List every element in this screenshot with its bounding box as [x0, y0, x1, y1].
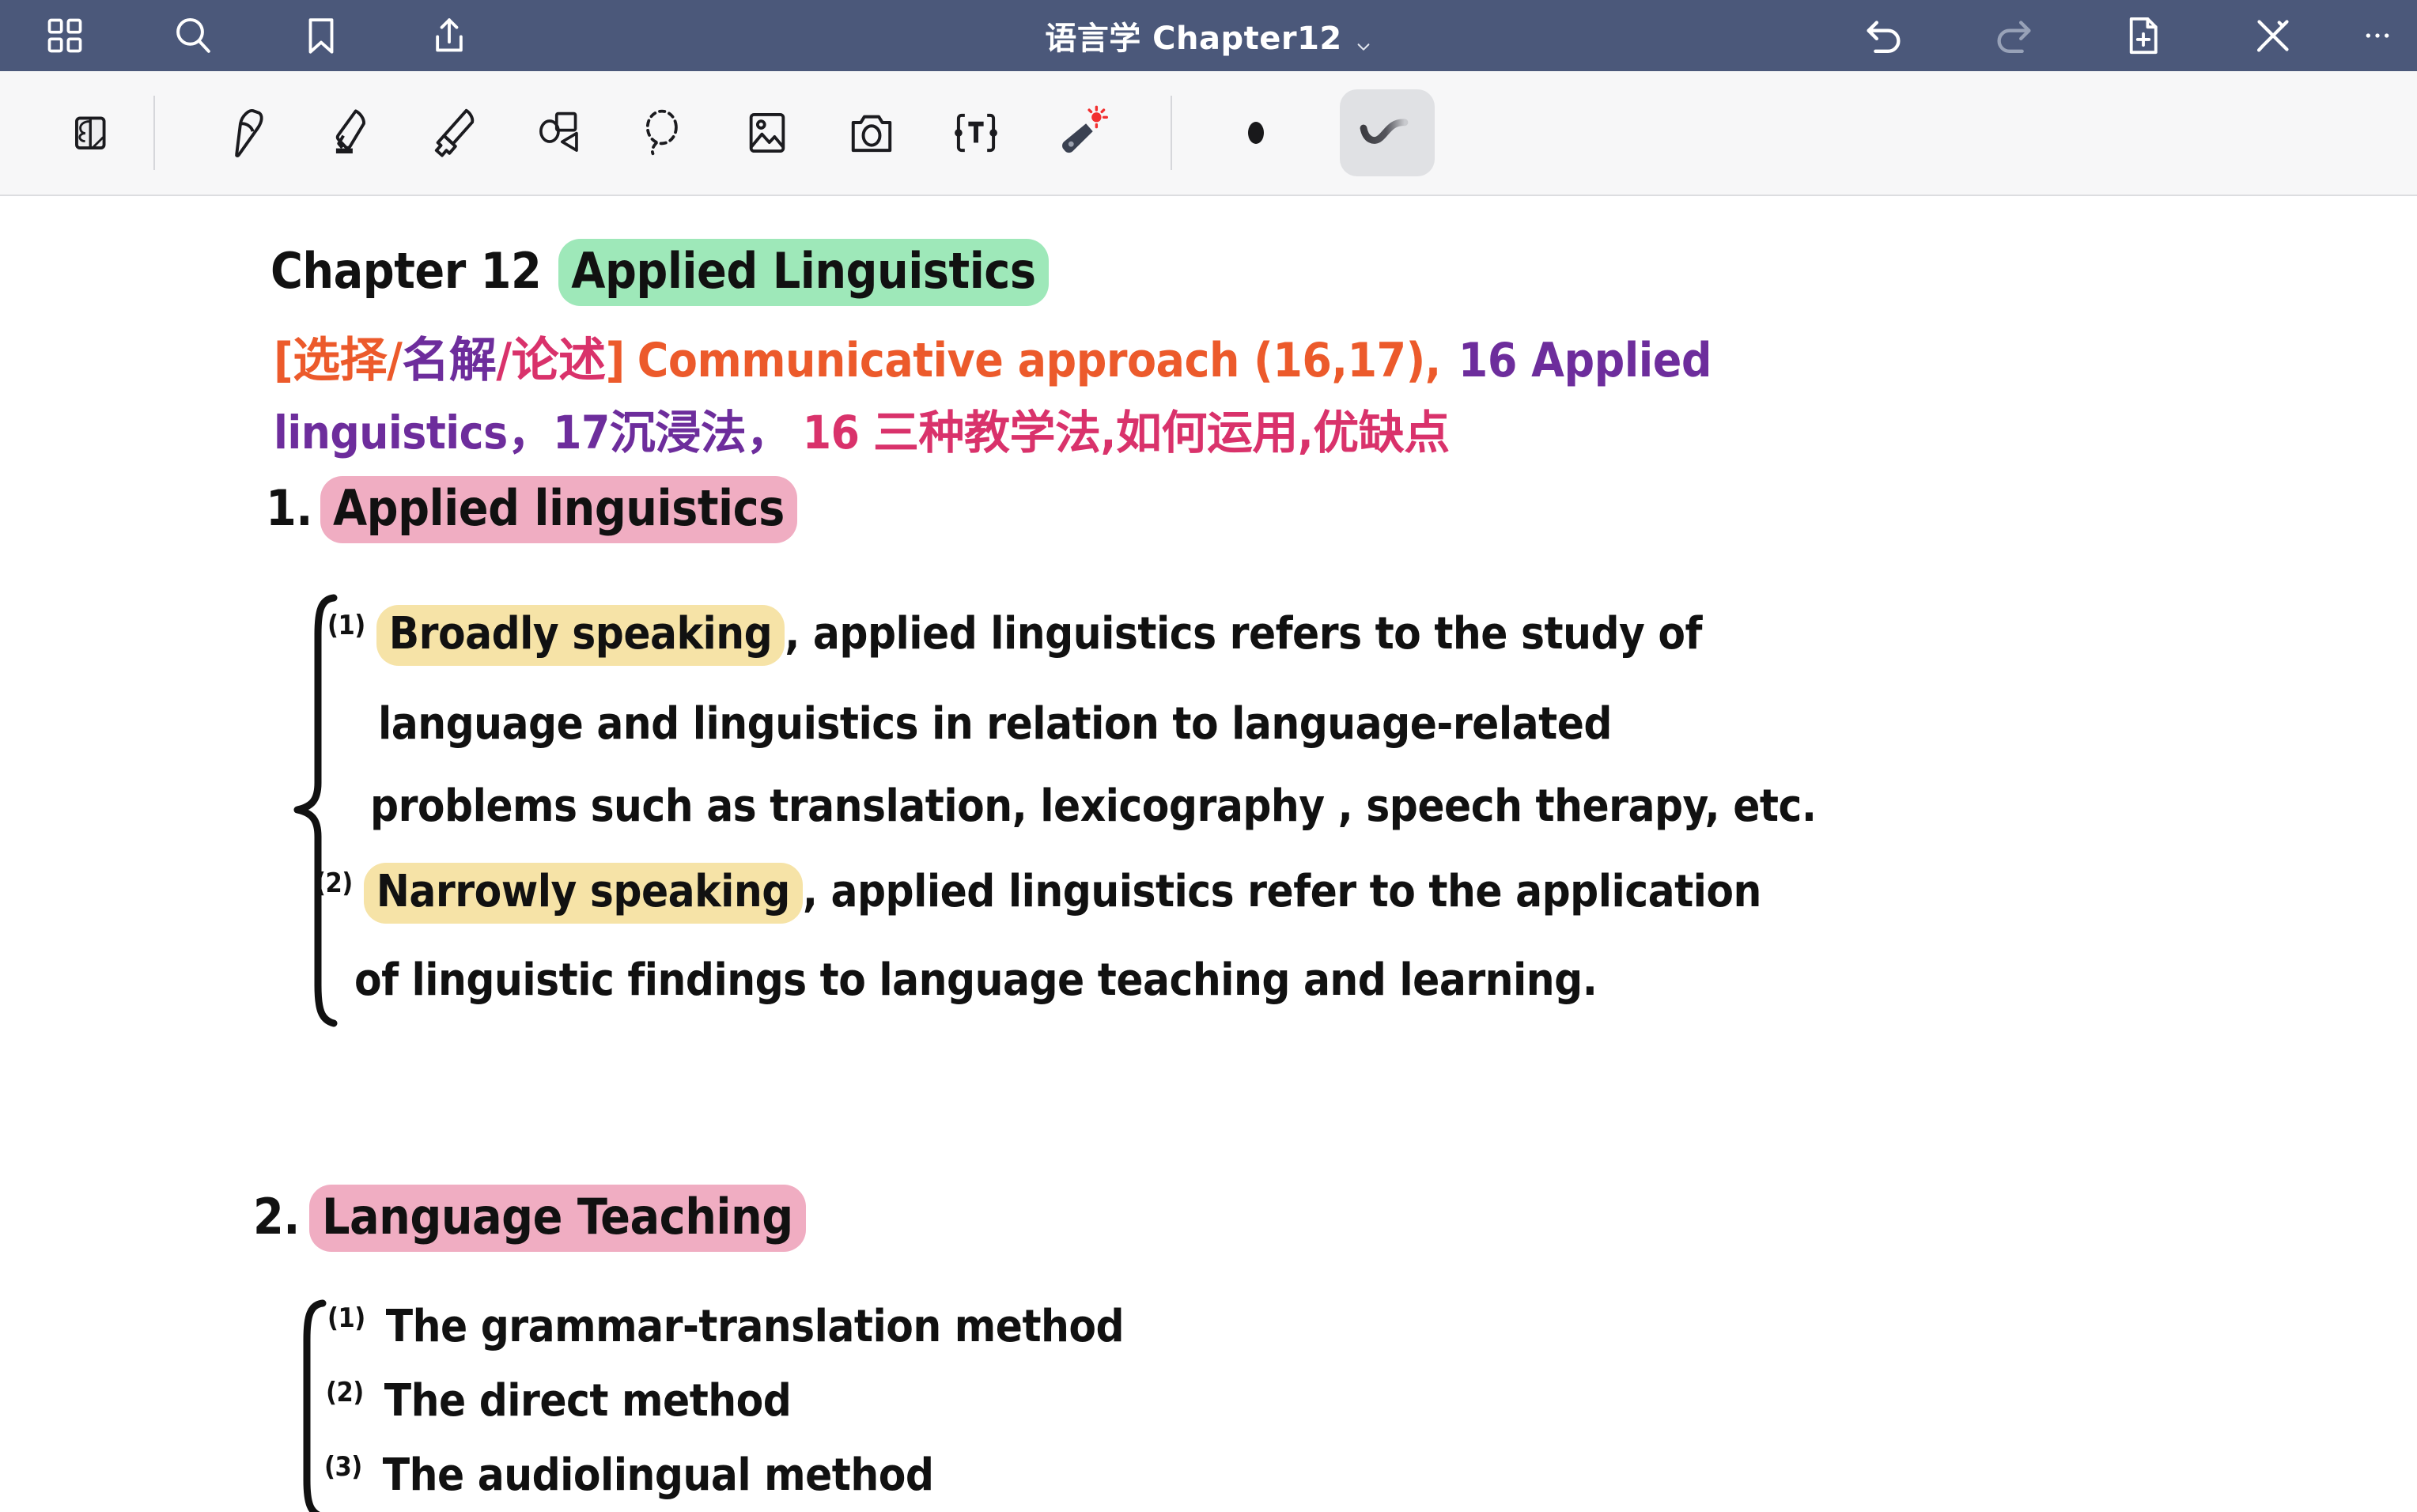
- item-1-1-marker: (1): [327, 610, 365, 641]
- close-editing-icon[interactable]: [2232, 0, 2314, 77]
- page-title: 语言学 Chapter12: [1045, 21, 1342, 57]
- bracket-close: ]: [605, 333, 626, 388]
- undo-icon[interactable]: [1843, 0, 1925, 77]
- exam-slash-1: /: [387, 333, 403, 388]
- heading-highlight-text: Applied Linguistics: [558, 239, 1049, 306]
- color-swatch[interactable]: [1248, 122, 1264, 144]
- note-heading-line: Chapter 12 Applied Linguistics: [270, 239, 1049, 306]
- exam-note-line-1: [选择/名解/论述] Communicative approach (16,17)…: [274, 337, 1712, 384]
- item-1-1-text-2: language and linguistics in relation to …: [378, 698, 1612, 750]
- item-1-2-line-2: of linguistic findings to language teach…: [354, 958, 1598, 1003]
- item-1-1-highlight: Broadly speaking: [376, 605, 785, 666]
- section-2-number: 2.: [253, 1188, 301, 1246]
- bracket-open: [: [274, 333, 293, 388]
- page-flip-icon[interactable]: [49, 92, 131, 174]
- section-1-brace: [289, 593, 345, 1028]
- item-2-1-text: The grammar-translation method: [385, 1301, 1125, 1352]
- toolbar-divider: [153, 96, 155, 170]
- section-1-title: Applied linguistics: [320, 476, 797, 543]
- item-1-2-line-1: (2) Narrowly speaking, applied linguistic…: [315, 863, 1761, 924]
- item-1-2-highlight: Narrowly speaking: [363, 863, 803, 924]
- item-2-3-text: The audiolingual method: [382, 1450, 934, 1501]
- exam-seg-16applied: 16 Applied: [1458, 333, 1712, 388]
- pen-icon[interactable]: [204, 92, 286, 174]
- item-2-3-marker: (3): [324, 1451, 362, 1483]
- exam-seg-16-three-methods: 16 三种教学法,如何运用,优缺点: [802, 406, 1450, 459]
- item-1-2-text-2: of linguistic findings to language teach…: [354, 954, 1598, 1006]
- exam-seg-mingjie: 名解: [402, 333, 497, 388]
- exam-seg-communicative: Communicative approach (16,17),: [637, 333, 1441, 388]
- image-icon[interactable]: [726, 92, 808, 174]
- item-1-1-line-1: (1) Broadly speaking, applied linguistics…: [327, 605, 1702, 666]
- section-1-number: 1.: [266, 479, 313, 537]
- redo-icon[interactable]: [1973, 0, 2055, 77]
- item-1-1-line-3: problems such as translation, lexicograp…: [370, 781, 1817, 832]
- app-header: 语言学 Chapter12: [0, 0, 2417, 71]
- exam-seg-xuanze: 选择: [293, 333, 388, 388]
- highlighter-icon[interactable]: [413, 92, 495, 174]
- add-page-icon[interactable]: [2102, 0, 2184, 77]
- laser-pointer-icon[interactable]: [1039, 92, 1122, 174]
- item-2-1-marker: (1): [327, 1302, 365, 1334]
- handwritten-note: Chapter 12 Applied Linguistics [选择/名解/论述]…: [0, 198, 2417, 1512]
- item-1-1-text-1: , applied linguistics refers to the stud…: [785, 608, 1702, 660]
- header-left-icon-group: [24, 0, 490, 77]
- exam-slash-2: /: [496, 333, 512, 388]
- item-2-2-marker: (2): [326, 1377, 364, 1408]
- item-1-1-line-2: language and linguistics in relation to …: [378, 702, 1612, 747]
- exam-seg-lunshu: 论述: [511, 333, 607, 388]
- item-1-2-text-1: , applied linguistics refer to the appli…: [802, 866, 1762, 917]
- header-right-icon-group: [1843, 0, 2393, 77]
- shapes-icon[interactable]: [517, 92, 600, 174]
- eraser-icon[interactable]: [308, 92, 391, 174]
- item-2-2-text: The direct method: [384, 1375, 792, 1427]
- document-title-button[interactable]: 语言学 Chapter12: [1045, 13, 1372, 59]
- text-box-icon[interactable]: [935, 92, 1017, 174]
- item-2-1: (1) The grammar-translation method: [327, 1302, 1125, 1349]
- lasso-select-icon[interactable]: [622, 92, 704, 174]
- heading-prefix: Chapter 12: [270, 242, 542, 300]
- stroke-width-chip[interactable]: [1340, 89, 1435, 176]
- drawing-toolbar: [0, 71, 2417, 196]
- item-1-1-text-3: problems such as translation, lexicograp…: [370, 781, 1817, 832]
- section-1-heading: 1. Applied linguistics: [266, 476, 797, 543]
- more-options-icon[interactable]: [2362, 0, 2393, 77]
- search-icon[interactable]: [152, 0, 234, 77]
- bookmark-icon[interactable]: [280, 0, 362, 77]
- camera-icon[interactable]: [830, 92, 913, 174]
- exam-seg-linguistics-17: linguistics，17沉浸法，: [274, 406, 792, 459]
- share-icon[interactable]: [408, 0, 490, 77]
- chevron-down-icon[interactable]: [1355, 27, 1372, 51]
- item-2-3: (3) The audiolingual method: [324, 1450, 934, 1501]
- exam-note-line-2: linguistics，17沉浸法， 16 三种教学法,如何运用,优缺点: [274, 410, 1450, 455]
- grid-pages-icon[interactable]: [24, 0, 106, 77]
- toolbar-divider-2: [1171, 96, 1172, 170]
- section-2-title: Language Teaching: [309, 1185, 806, 1252]
- note-canvas[interactable]: Chapter 12 Applied Linguistics [选择/名解/论述]…: [0, 198, 2417, 1512]
- item-1-2-marker: (2): [315, 868, 353, 899]
- section-2-heading: 2. Language Teaching: [253, 1185, 806, 1252]
- item-2-2: (2) The direct method: [326, 1377, 792, 1423]
